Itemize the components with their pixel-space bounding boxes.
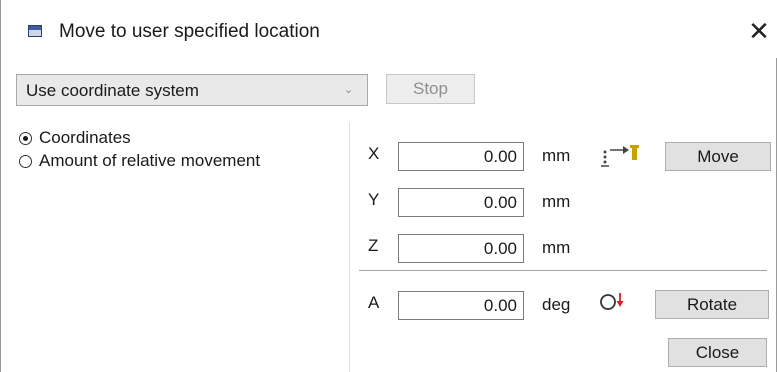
window-icon [28, 25, 42, 37]
rotate-icon [600, 293, 624, 310]
move-button[interactable]: Move [665, 142, 771, 171]
a-label: A [368, 293, 380, 312]
title-bar: Move to user specified location ✕ [1, 0, 777, 58]
dialog-title: Move to user specified location [59, 21, 320, 42]
y-label: Y [368, 190, 380, 209]
move-dialog: Move to user specified location ✕ Use co… [0, 0, 777, 372]
radio-label: Amount of relative movement [39, 151, 261, 170]
z-unit: mm [542, 238, 571, 257]
radio-button[interactable] [19, 132, 32, 145]
chevron-down-icon: ⌄ [344, 84, 354, 96]
radio-button[interactable] [19, 155, 32, 168]
z-label: Z [368, 236, 379, 255]
close-icon[interactable]: ✕ [744, 15, 774, 47]
radio-label: Coordinates [39, 128, 131, 147]
rotate-button[interactable]: Rotate [655, 290, 769, 319]
x-field[interactable]: 0.00 [398, 142, 524, 171]
y-field[interactable]: 0.00 [398, 188, 524, 217]
mode-select[interactable]: Use coordinate system ⌄ [16, 74, 368, 106]
panel-divider [349, 122, 350, 372]
section-separator [359, 270, 767, 271]
close-button[interactable]: Close [668, 338, 767, 367]
z-field[interactable]: 0.00 [398, 234, 524, 263]
mode-select-value: Use coordinate system [26, 81, 199, 100]
y-unit: mm [542, 192, 571, 211]
a-field[interactable]: 0.00 [398, 291, 524, 320]
x-unit: mm [542, 146, 571, 165]
x-label: X [368, 144, 380, 163]
a-unit: deg [542, 295, 571, 314]
move-tool-icon [601, 145, 639, 167]
stop-button[interactable]: Stop [386, 74, 475, 104]
